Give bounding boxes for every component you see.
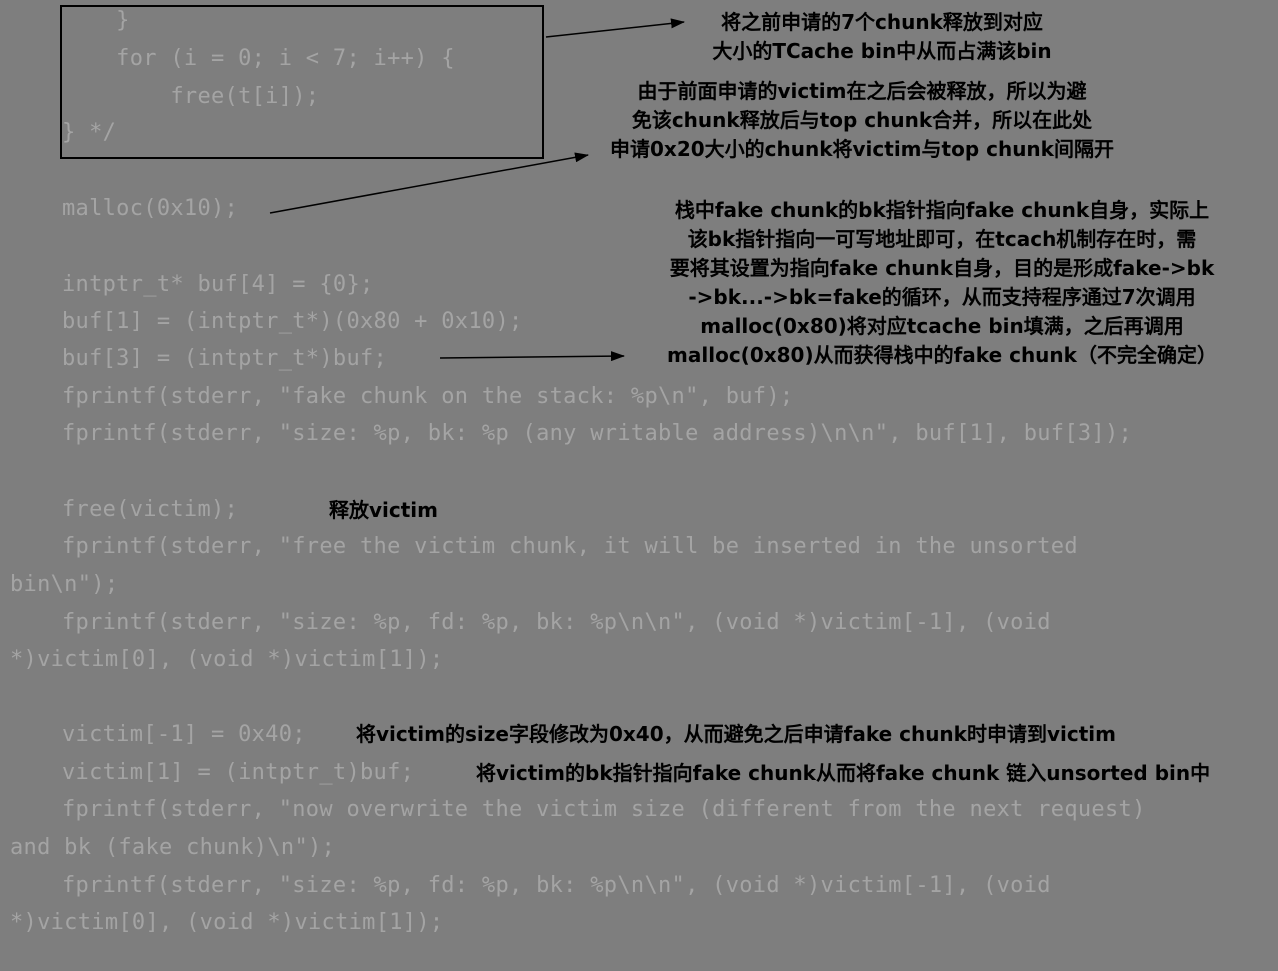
annotation-line: 要将其设置为指向fake chunk自身，目的是形成fake->bk <box>669 256 1215 280</box>
code-line: for (i = 0; i < 7; i++) { <box>62 46 455 71</box>
code-line: bin\n"); <box>10 572 119 597</box>
annotation-line: 栈中fake chunk的bk指针指向fake chunk自身，实际上 <box>674 198 1210 222</box>
code-line: *)victim[0], (void *)victim[1]); <box>10 647 444 672</box>
annotation-free-victim: 释放victim <box>329 498 439 522</box>
code-line: fprintf(stderr, "fake chunk on the stack… <box>62 384 794 409</box>
code-line: free(victim); <box>62 497 239 522</box>
code-line: fprintf(stderr, "now overwrite the victi… <box>62 797 1146 822</box>
arrow-malloc-gap <box>269 152 589 214</box>
code-highlight-box <box>60 5 544 159</box>
code-line: fprintf(stderr, "size: %p, fd: %p, bk: %… <box>62 610 1051 635</box>
annotation-size-modify: 将victim的size字段修改为0x40，从而避免之后申请fake chunk… <box>356 722 1116 746</box>
arrow-tcache-fill <box>545 18 685 38</box>
code-line: victim[-1] = 0x40; <box>62 722 306 747</box>
annotation-line: malloc(0x80)从而获得栈中的fake chunk（不完全确定） <box>667 343 1217 367</box>
annotation-malloc-gap: 由于前面申请的victim在之后会被释放，所以为避 免该chunk释放后与top… <box>582 77 1142 164</box>
code-line: fprintf(stderr, "size: %p, bk: %p (any w… <box>62 421 1133 446</box>
code-line: *)victim[0], (void *)victim[1]); <box>10 910 444 935</box>
annotation-line: ->bk...->bk=fake的循环，从而支持程序通过7次调用 <box>688 285 1196 309</box>
annotation-line: 该bk指针指向一可写地址即可，在tcach机制存在时，需 <box>687 227 1197 251</box>
code-line: malloc(0x10); <box>62 196 239 221</box>
code-line: intptr_t* buf[4] = {0}; <box>62 272 374 297</box>
code-line: } */ <box>62 120 117 145</box>
annotation-line: 将之前申请的7个chunk释放到对应 <box>721 10 1043 34</box>
annotation-fake-chunk-bk: 栈中fake chunk的bk指针指向fake chunk自身，实际上 该bk指… <box>628 196 1256 370</box>
code-line: and bk (fake chunk)\n"); <box>10 835 336 860</box>
annotation-line: malloc(0x80)将对应tcache bin填满，之后再调用 <box>700 314 1184 338</box>
code-line: victim[1] = (intptr_t)buf; <box>62 760 415 785</box>
annotation-line: 由于前面申请的victim在之后会被释放，所以为避 <box>637 79 1087 103</box>
annotation-line: 大小的TCache bin中从而占满该bin <box>712 39 1052 63</box>
code-line: buf[1] = (intptr_t*)(0x80 + 0x10); <box>62 309 523 334</box>
code-line: fprintf(stderr, "free the victim chunk, … <box>62 534 1078 559</box>
code-line: buf[3] = (intptr_t*)buf; <box>62 346 388 371</box>
annotation-line: 免该chunk释放后与top chunk合并，所以在此处 <box>631 108 1093 132</box>
code-line: fprintf(stderr, "size: %p, fd: %p, bk: %… <box>62 873 1051 898</box>
document-page: } for (i = 0; i < 7; i++) { free(t[i]); … <box>0 0 1278 971</box>
code-line: free(t[i]); <box>62 84 320 109</box>
code-line: } <box>62 8 130 33</box>
annotation-bk-modify: 将victim的bk指针指向fake chunk从而将fake chunk 链入… <box>476 761 1211 785</box>
annotation-tcache-fill: 将之前申请的7个chunk释放到对应 大小的TCache bin中从而占满该bi… <box>672 8 1092 66</box>
arrow-buf-self <box>439 351 625 362</box>
annotation-line: 申请0x20大小的chunk将victim与top chunk间隔开 <box>610 137 1114 161</box>
